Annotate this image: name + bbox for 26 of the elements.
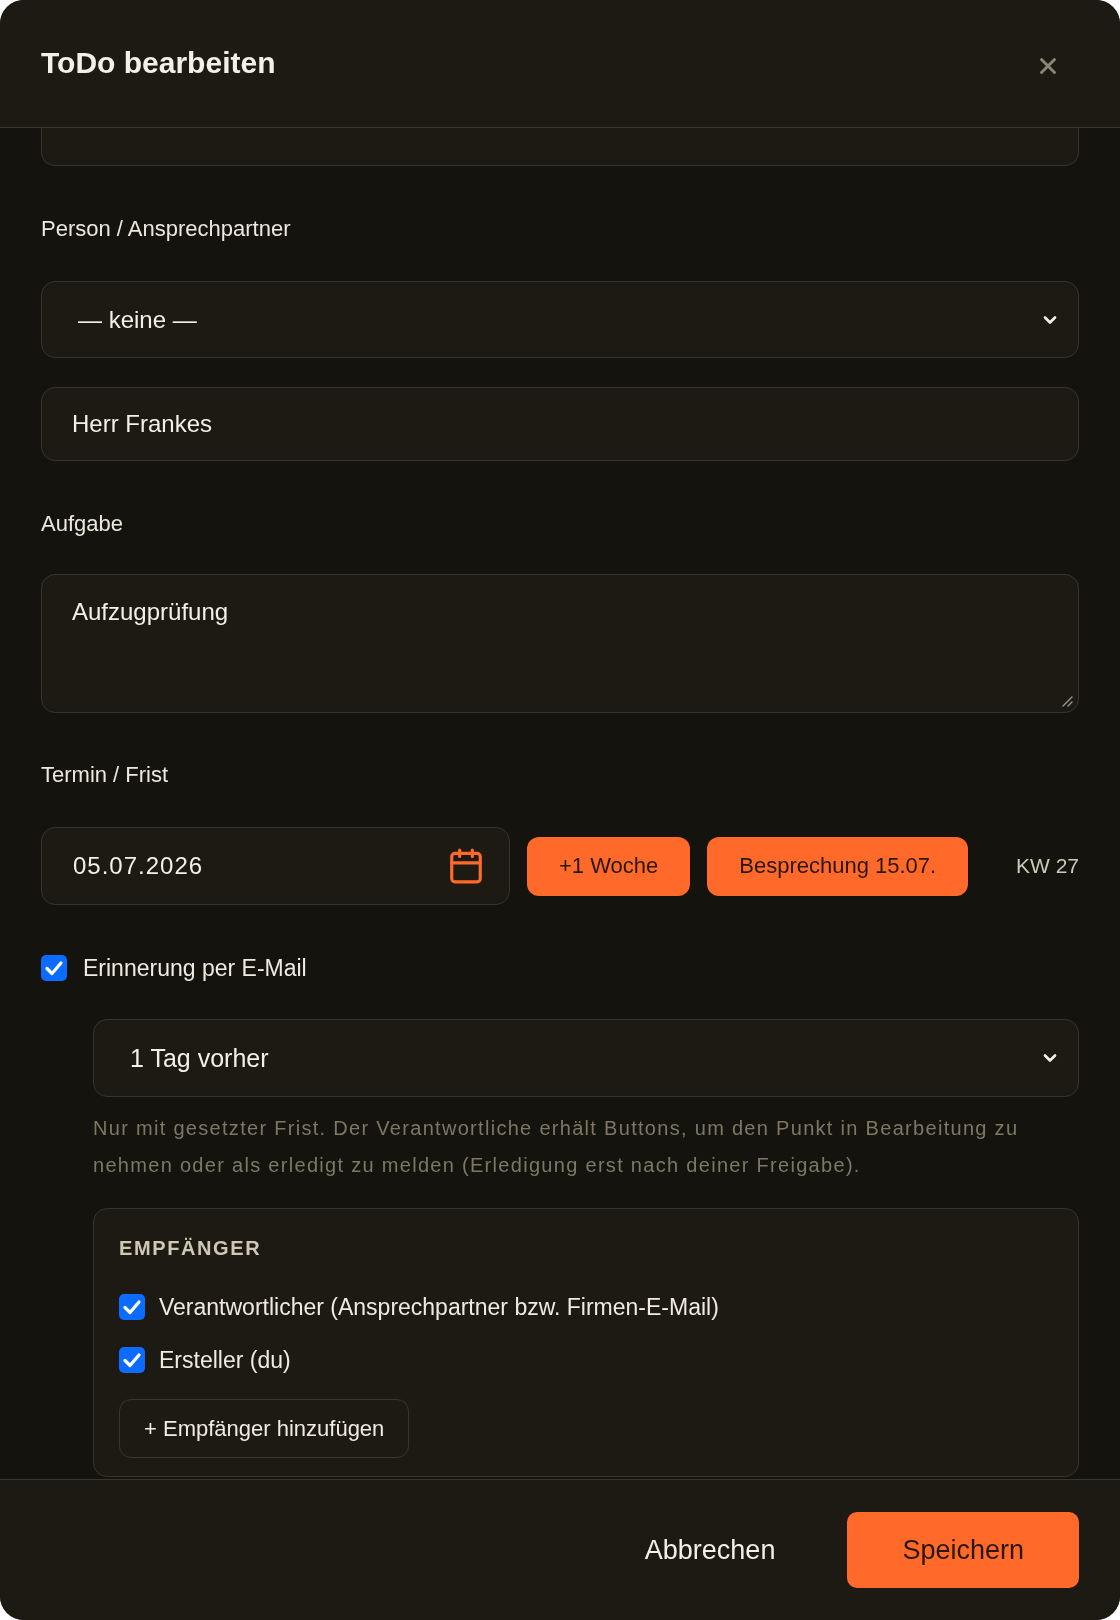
input-field[interactable]	[41, 128, 1079, 166]
help-text: Nur mit gesetzter Frist. Der Verantwortliche erhält Buttons, um den Punkt in Bearbeitung zu nehmen oder als erledigt zu melden (Erledigung erst nach deiner Freigabe).	[93, 1116, 1020, 1178]
input-field[interactable]: Herr Frankes	[41, 387, 1079, 461]
resize-handle-icon[interactable]	[1062, 696, 1073, 707]
field-label: Termin / Frist	[41, 761, 169, 789]
checkbox[interactable]	[119, 1294, 145, 1320]
checkbox[interactable]	[41, 955, 67, 981]
checkbox-label: Erinnerung per E-Mail	[83, 954, 307, 982]
save-button[interactable]: Speichern	[847, 1512, 1079, 1588]
calendar-icon[interactable]	[447, 847, 485, 885]
section-heading: EMPFÄNGER	[119, 1236, 262, 1261]
cancel-button[interactable]: Abbrechen	[638, 1512, 782, 1588]
quick-date-button[interactable]: +1 Woche	[527, 836, 691, 896]
dialog-title: ToDo bearbeiten	[41, 44, 276, 81]
checkbox-label: Ersteller (du)	[159, 1346, 291, 1374]
field-label: Aufgabe	[41, 510, 123, 538]
textarea-field[interactable]: Aufzugprüfung	[41, 574, 1079, 713]
date-field[interactable]: 05.07.2026	[41, 827, 510, 905]
field-label: Person / Ansprechpartner	[41, 215, 291, 243]
contact-select[interactable]: — keine —	[41, 281, 1079, 358]
checkbox-label: Verantwortlicher (Ansprechpartner bzw. Firmen-E-Mail)	[159, 1293, 719, 1321]
checkbox[interactable]	[119, 1347, 145, 1373]
quick-date-button[interactable]: Besprechung 15.07.	[707, 836, 969, 896]
reminder-select[interactable]: 1 Tag vorher	[93, 1019, 1079, 1097]
week-number: KW 27	[1015, 854, 1079, 878]
add-recipient-button[interactable]: + Empfänger hinzufügen	[119, 1399, 410, 1458]
